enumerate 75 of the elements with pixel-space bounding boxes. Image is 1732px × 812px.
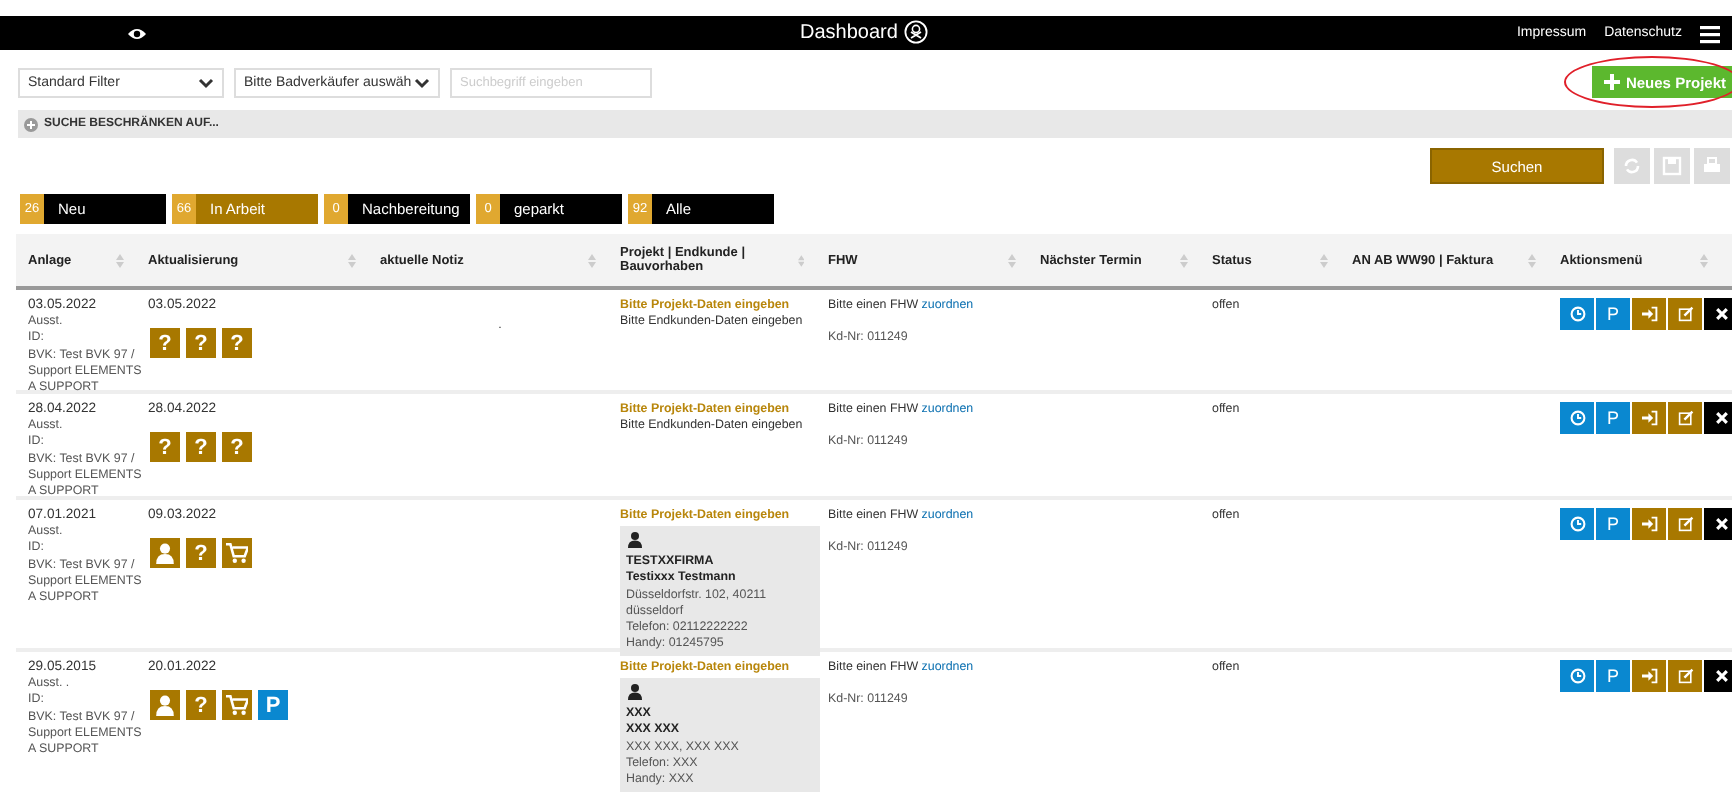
question-badge[interactable]: ? [220,326,254,361]
edit-icon [1677,410,1693,426]
delete-button[interactable] [1704,298,1732,330]
edit-button[interactable] [1668,660,1702,692]
cart-badge[interactable] [220,688,254,723]
question-badge[interactable]: ? [220,430,254,465]
menu-icon [1700,23,1720,43]
sign-in-icon [1641,668,1657,684]
cart-icon [226,542,248,565]
p-button[interactable]: P [1596,508,1630,540]
close-icon [1713,306,1729,322]
sort-icon [1528,253,1536,267]
sort-icon [116,253,124,267]
close-icon [1713,668,1729,684]
login-button[interactable] [1632,402,1666,434]
clock-icon [1569,668,1585,684]
clock-icon [1569,306,1585,322]
person-badge[interactable] [148,688,182,723]
sign-in-icon [1641,410,1657,426]
edit-icon [1677,306,1693,322]
edit-button[interactable] [1668,402,1702,434]
login-button[interactable] [1632,508,1666,540]
sort-icon [1320,253,1328,267]
sort-icon [797,253,804,267]
clock-icon [1569,516,1585,532]
question-badge[interactable]: ? [184,536,218,571]
person-icon [628,532,642,549]
expand-icon [24,117,38,131]
logo-icon [903,20,928,44]
chevron-down-icon [414,77,430,89]
question-badge[interactable]: ? [184,430,218,465]
cart-icon [226,694,248,717]
edit-button[interactable] [1668,298,1702,330]
refresh-icon [1622,156,1642,176]
clock-button[interactable] [1560,298,1594,330]
person-icon [154,694,176,717]
delete-button[interactable] [1704,402,1732,434]
person-icon [154,542,176,565]
sort-icon [1700,253,1708,267]
question-badge[interactable]: ? [148,430,182,465]
person-icon [628,684,642,701]
close-icon [1713,410,1729,426]
sign-in-icon [1641,516,1657,532]
eye-icon [126,25,148,41]
sort-icon [348,253,356,267]
sort-icon [588,253,596,267]
close-icon [1713,516,1729,532]
login-button[interactable] [1632,298,1666,330]
p-badge[interactable]: P [256,688,290,723]
edit-icon [1677,668,1693,684]
question-badge[interactable]: ? [184,326,218,361]
person-badge[interactable] [148,536,182,571]
clock-button[interactable] [1560,660,1594,692]
delete-button[interactable] [1704,660,1732,692]
chevron-down-icon [198,77,214,89]
save-icon [1662,156,1682,176]
p-button[interactable]: P [1596,660,1630,692]
sign-in-icon [1641,306,1657,322]
print-icon [1702,156,1722,176]
cart-badge[interactable] [220,536,254,571]
page-title: Dashboard [800,21,898,43]
question-badge[interactable]: ? [184,688,218,723]
sort-icon [1008,253,1016,267]
edit-icon [1677,516,1693,532]
question-badge[interactable]: ? [148,326,182,361]
sort-icon [1180,253,1188,267]
p-button[interactable]: P [1596,298,1630,330]
plus-icon [1603,74,1620,90]
clock-icon [1569,410,1585,426]
edit-button[interactable] [1668,508,1702,540]
clock-button[interactable] [1560,508,1594,540]
clock-button[interactable] [1560,402,1594,434]
delete-button[interactable] [1704,508,1732,540]
login-button[interactable] [1632,660,1666,692]
p-button[interactable]: P [1596,402,1630,434]
